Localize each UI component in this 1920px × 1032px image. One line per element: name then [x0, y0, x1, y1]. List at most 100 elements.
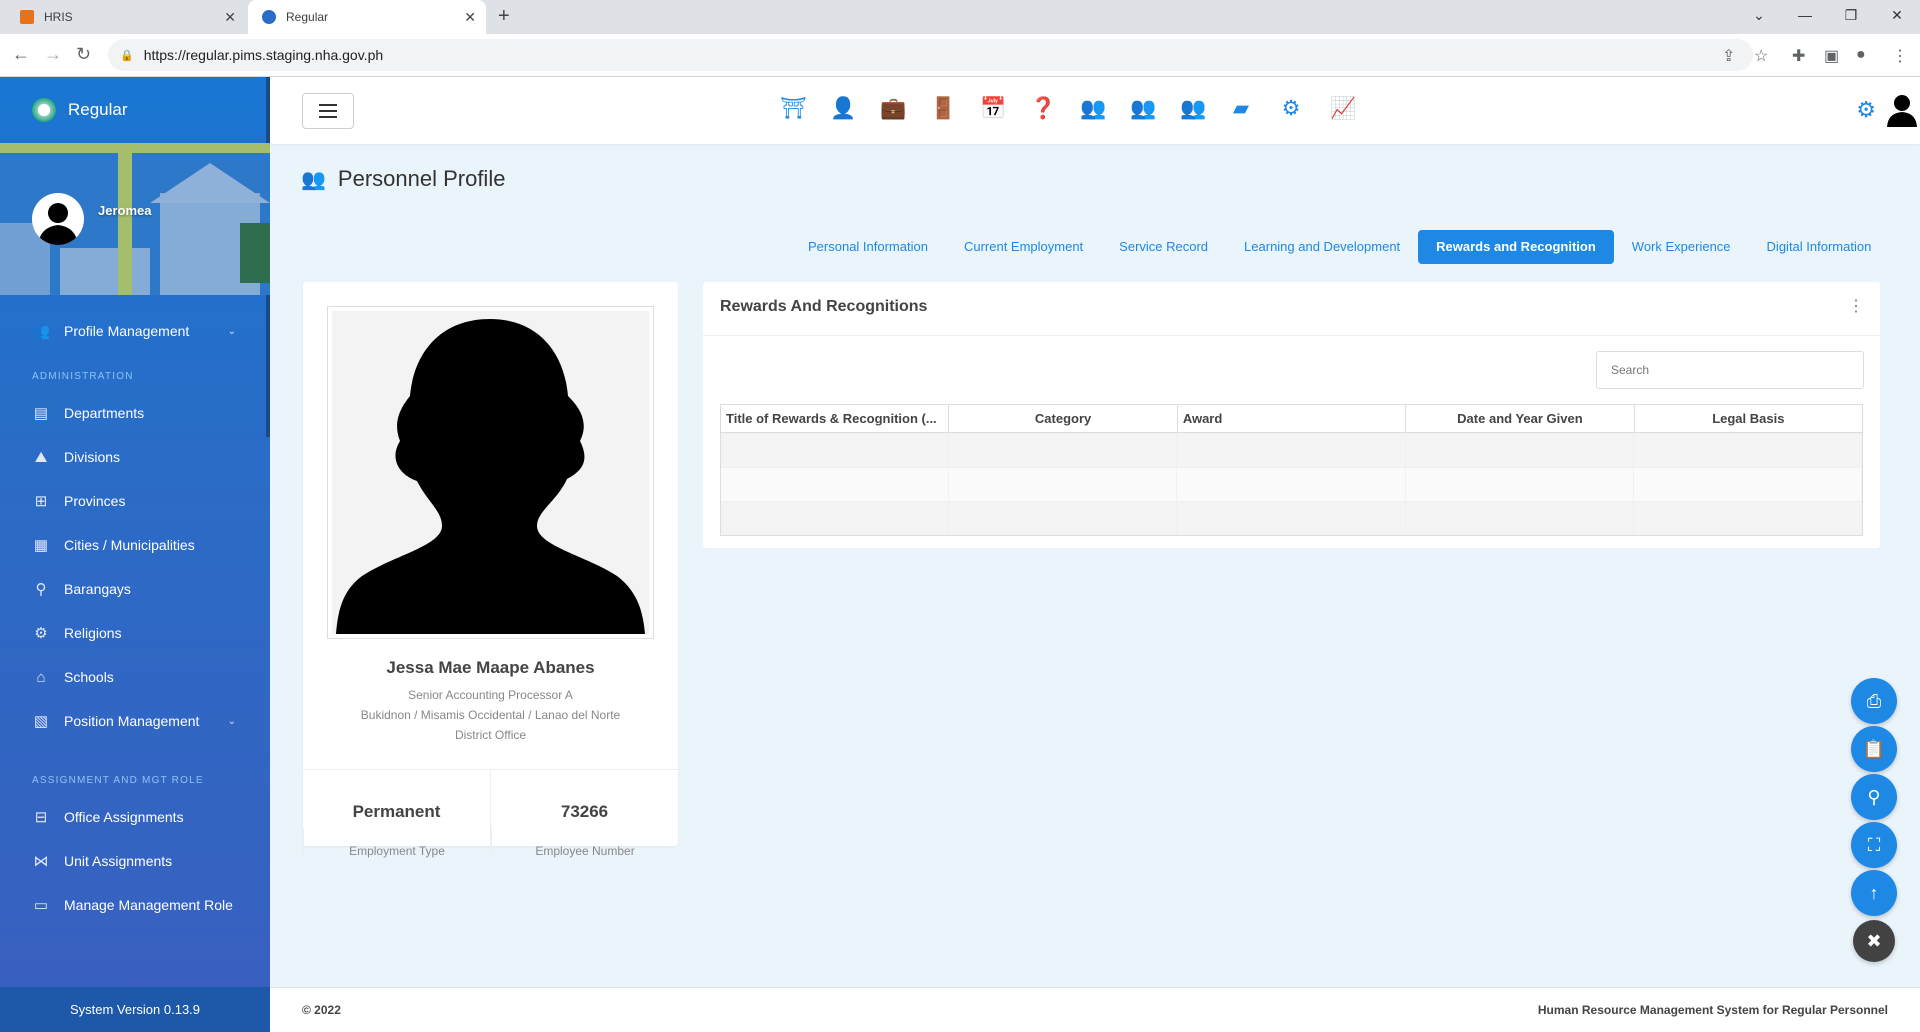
- user-menu-icon[interactable]: [1884, 91, 1920, 127]
- clipboard-button[interactable]: 📋: [1851, 726, 1897, 772]
- forward-icon[interactable]: →: [44, 44, 62, 65]
- search-button[interactable]: ⚲: [1851, 774, 1897, 820]
- print-button[interactable]: ⎙: [1851, 678, 1897, 724]
- door-icon[interactable]: 🚪: [930, 97, 956, 121]
- column-header-legal-basis[interactable]: Legal Basis: [1635, 405, 1862, 432]
- tab-service-record[interactable]: Service Record: [1101, 230, 1226, 264]
- fullscreen-button[interactable]: ⛶: [1851, 822, 1897, 868]
- settings-gear-icon[interactable]: ⚙: [1856, 97, 1876, 123]
- column-header-date[interactable]: Date and Year Given: [1406, 405, 1635, 432]
- user-avatar[interactable]: [32, 193, 84, 245]
- cog-icon: ⚙: [34, 625, 48, 642]
- restore-icon[interactable]: ❐: [1828, 0, 1874, 30]
- employment-type-label: Employment Type: [303, 828, 490, 858]
- sidebar-item-profile-management[interactable]: 👥 Profile Management ⌄: [0, 309, 270, 353]
- people-icon[interactable]: 👥: [1180, 97, 1206, 121]
- back-icon[interactable]: ←: [12, 44, 30, 65]
- share-icon[interactable]: ⇪: [1722, 46, 1735, 66]
- help-icon[interactable]: ❓: [1030, 97, 1056, 121]
- team-icon[interactable]: 👥: [1130, 97, 1156, 121]
- employment-type-stat: Permanent Employment Type: [303, 770, 490, 858]
- banner-art: [60, 248, 150, 295]
- scroll-top-button[interactable]: ↑: [1851, 870, 1897, 916]
- rewards-table: Title of Rewards & Recognition (... Cate…: [720, 404, 1863, 536]
- page-title-text: Personnel Profile: [337, 166, 506, 191]
- banner-art: [240, 223, 270, 283]
- minimize-icon[interactable]: —: [1782, 0, 1828, 30]
- sidebar-item-unit-assignments[interactable]: ⋈ Unit Assignments: [0, 839, 270, 883]
- brand[interactable]: Regular: [0, 77, 270, 143]
- divider: [703, 335, 1880, 336]
- browser-menu-icon[interactable]: ⋮: [1892, 46, 1908, 66]
- users-outline-icon: 👥: [301, 168, 326, 191]
- calendar-icon[interactable]: 📅: [980, 97, 1006, 121]
- profile-icon[interactable]: ●: [1856, 46, 1866, 64]
- tab-learning-and-development[interactable]: Learning and Development: [1226, 230, 1418, 264]
- person-icon[interactable]: 👤: [830, 97, 856, 121]
- column-header-category[interactable]: Category: [949, 405, 1178, 432]
- city-icon: ▦: [33, 537, 49, 554]
- sidebar-item-barangays[interactable]: ⚲ Barangays: [0, 567, 270, 611]
- sidebar-item-schools[interactable]: ⌂ Schools: [0, 655, 270, 699]
- sidebar-item-office-assignments[interactable]: ⊟ Office Assignments: [0, 795, 270, 839]
- menu-toggle-button[interactable]: [302, 93, 354, 129]
- column-header-title[interactable]: Title of Rewards & Recognition (...: [721, 405, 950, 432]
- sidebar-item-divisions[interactable]: ⛰ Divisions: [0, 435, 270, 479]
- lock-icon: 🔒: [120, 49, 134, 62]
- position-icon: ▧: [33, 713, 49, 730]
- side-panel-icon[interactable]: ▣: [1824, 46, 1839, 66]
- sidebar-item-position-management[interactable]: ▧ Position Management ⌄: [0, 699, 270, 743]
- sidebar-item-departments[interactable]: ▤ Departments: [0, 391, 270, 435]
- search-input[interactable]: Search: [1596, 351, 1864, 389]
- new-tab-icon[interactable]: +: [498, 5, 510, 28]
- url-field[interactable]: 🔒 https://regular.pims.staging.nha.gov.p…: [108, 39, 1753, 71]
- profile-tabs: Personal Information Current Employment …: [790, 230, 1889, 264]
- home-icon[interactable]: ⛩: [780, 97, 807, 121]
- analytics-icon[interactable]: 📈: [1330, 97, 1356, 121]
- chart-icon: ⛰: [34, 448, 48, 466]
- tab-digital-information[interactable]: Digital Information: [1749, 230, 1890, 264]
- briefcase-icon[interactable]: 💼: [880, 97, 906, 121]
- copyright: © 2022: [302, 1003, 341, 1017]
- employee-number-label: Employee Number: [491, 828, 678, 858]
- reload-icon[interactable]: ↻: [76, 44, 91, 65]
- tab-personal-information[interactable]: Personal Information: [790, 230, 946, 264]
- chevron-down-icon: ⌄: [227, 325, 236, 337]
- close-window-icon[interactable]: ✕: [1874, 0, 1920, 30]
- employee-position: Senior Accounting Processor A: [408, 688, 573, 702]
- extensions-icon[interactable]: ✚: [1792, 46, 1805, 66]
- more-options-icon[interactable]: ⋮: [1848, 296, 1864, 316]
- tab-work-experience[interactable]: Work Experience: [1614, 230, 1749, 264]
- wallet-icon[interactable]: ▰: [1230, 97, 1252, 121]
- sidebar-item-religions[interactable]: ⚙ Religions: [0, 611, 270, 655]
- sidebar: Regular Jeromea 👥 Profile Management ⌄ A…: [0, 77, 270, 1032]
- tab-current-employment[interactable]: Current Employment: [946, 230, 1101, 264]
- sidebar-item-label: Divisions: [64, 449, 121, 465]
- group-icon[interactable]: 👥: [1080, 97, 1106, 121]
- browser-tab-hris[interactable]: HRIS ✕: [0, 0, 246, 34]
- bookmark-star-icon[interactable]: ☆: [1754, 46, 1768, 66]
- map-icon: ⊞: [34, 493, 48, 510]
- top-bar: ⛩ 👤 💼 🚪 📅 ❓ 👥 👥 👥 ▰ ⚙ 📈 ⚙: [270, 77, 1920, 144]
- close-tab-icon[interactable]: ✕: [224, 9, 236, 26]
- close-fab-button[interactable]: ✖: [1853, 920, 1895, 962]
- tab-rewards-and-recognition[interactable]: Rewards and Recognition: [1418, 230, 1614, 264]
- sidebar-item-cities[interactable]: ▦ Cities / Municipalities: [0, 523, 270, 567]
- column-header-award[interactable]: Award: [1178, 405, 1407, 432]
- chevron-down-icon: ⌄: [227, 715, 236, 727]
- user-banner: Jeromea: [0, 143, 270, 295]
- building-icon: ▤: [33, 405, 49, 422]
- system-name: Human Resource Management System for Reg…: [1537, 1003, 1888, 1017]
- sidebar-item-label: Unit Assignments: [64, 853, 173, 869]
- browser-tab-regular[interactable]: Regular ✕: [248, 0, 486, 34]
- sidebar-item-label: Provinces: [64, 493, 126, 509]
- sidebar-item-manage-role[interactable]: ▭ Manage Management Role: [0, 883, 270, 927]
- employee-office-type: District Office: [454, 728, 527, 742]
- tab-label: Regular: [286, 10, 329, 24]
- section-title: ASSIGNMENT AND MGT ROLE: [32, 775, 204, 786]
- close-tab-icon[interactable]: ✕: [464, 9, 476, 26]
- sidebar-item-provinces[interactable]: ⊞ Provinces: [0, 479, 270, 523]
- tab-search-icon[interactable]: ⌄: [1736, 0, 1782, 30]
- rewards-title: Rewards And Recognitions: [720, 298, 928, 315]
- settings-icon[interactable]: ⚙: [1280, 97, 1302, 121]
